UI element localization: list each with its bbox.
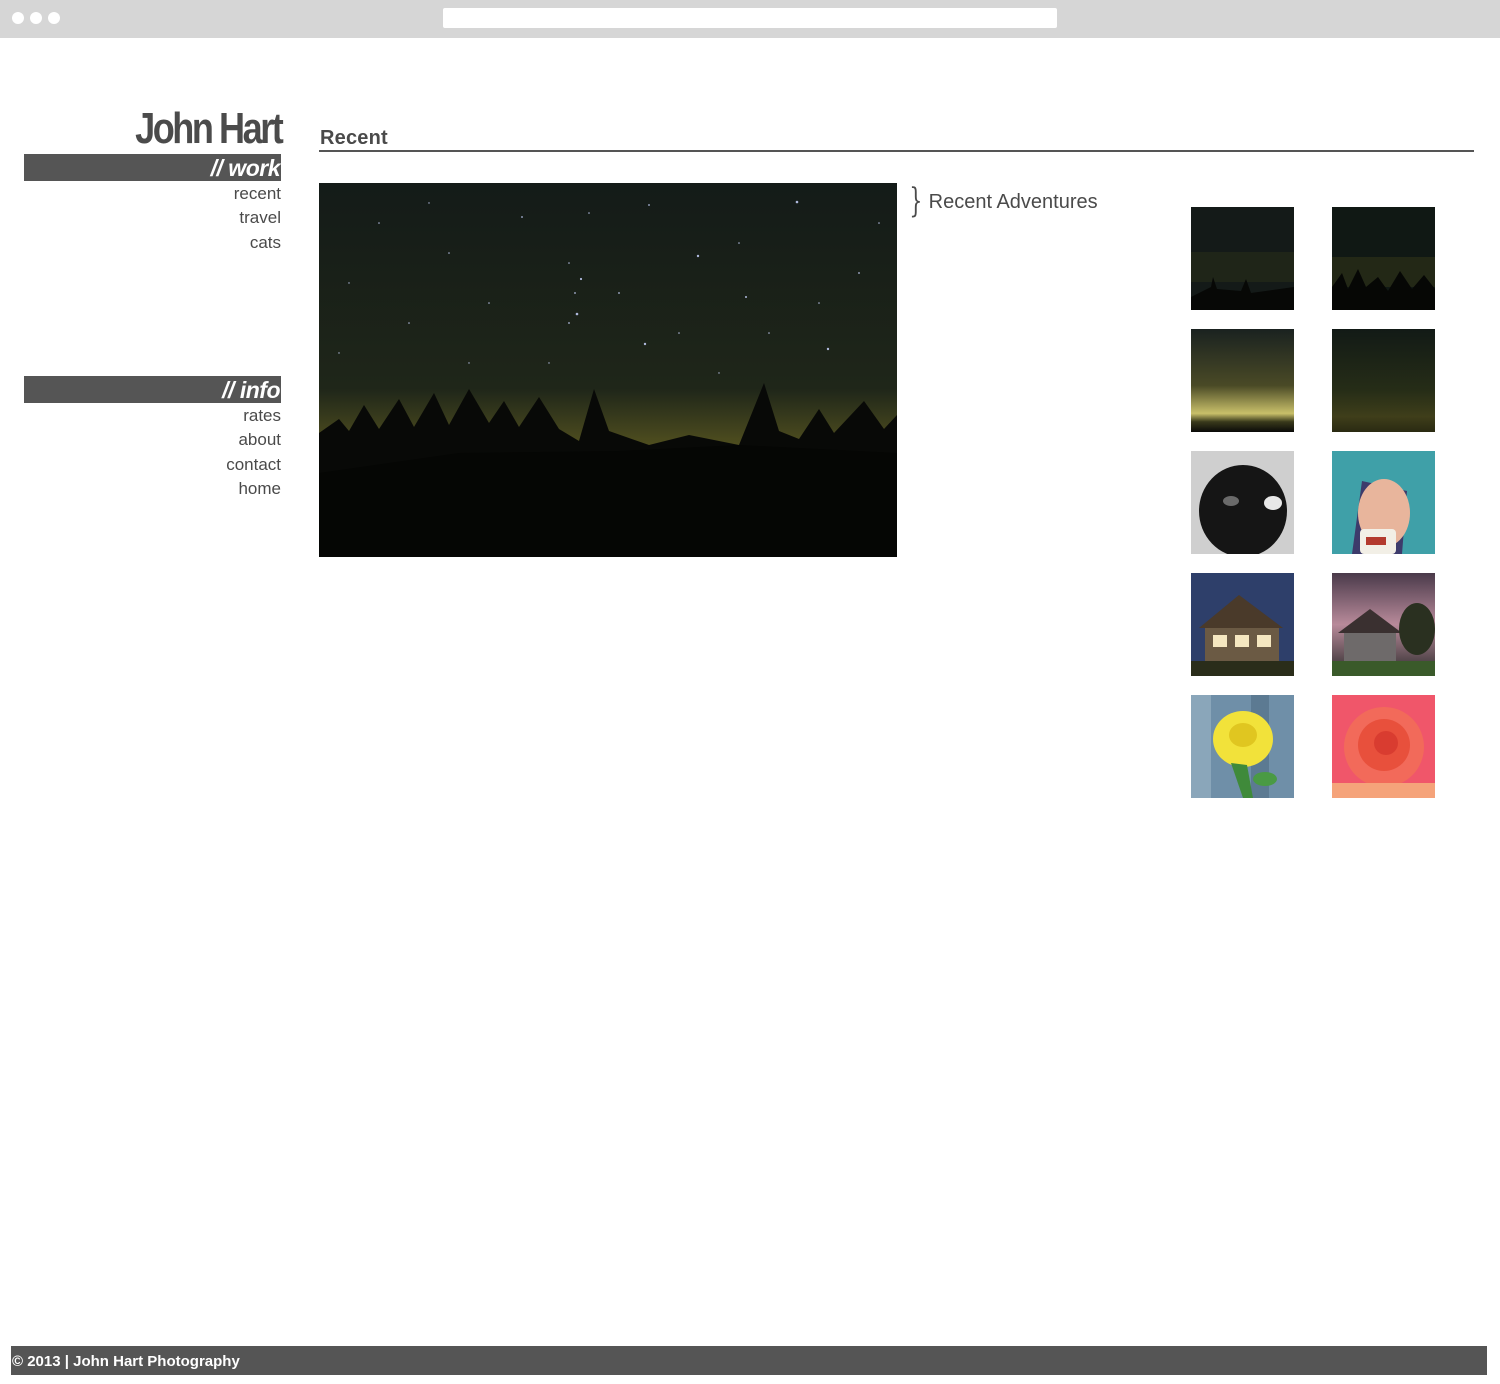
nav-link-travel[interactable]: travel: [24, 206, 281, 230]
thumbnail-4[interactable]: [1332, 329, 1435, 432]
nav-link-recent[interactable]: recent: [24, 182, 281, 206]
thumbnail-9[interactable]: [1191, 695, 1294, 798]
site-title[interactable]: John Hart: [135, 104, 284, 154]
thumbnail-5[interactable]: [1191, 451, 1294, 554]
nav-link-rates[interactable]: rates: [24, 404, 281, 428]
nav-link-cats[interactable]: cats: [24, 231, 281, 255]
brace-glyph: }: [909, 181, 923, 221]
thumbnail-1[interactable]: [1191, 207, 1294, 310]
footer-copyright: © 2013 | John Hart Photography: [12, 1353, 240, 1370]
window-close-dot[interactable]: [12, 12, 24, 24]
gallery-caption-text: Recent Adventures: [928, 191, 1098, 213]
thumbnail-2[interactable]: [1332, 207, 1435, 310]
nav-list-work: recent travel cats: [24, 182, 281, 255]
window-maximize-dot[interactable]: [48, 12, 60, 24]
section-divider: [319, 150, 1474, 152]
footer-bar: © 2013 | John Hart Photography: [11, 1346, 1487, 1375]
thumbnail-10[interactable]: [1332, 695, 1435, 798]
thumbnail-8[interactable]: [1332, 573, 1435, 676]
nav-link-contact[interactable]: contact: [24, 453, 281, 477]
section-title: Recent: [320, 127, 388, 149]
gallery-caption: } Recent Adventures: [905, 181, 1098, 221]
browser-chrome: [0, 0, 1500, 38]
thumbnail-7[interactable]: [1191, 573, 1294, 676]
nav-list-info: rates about contact home: [24, 404, 281, 501]
thumbnail-6[interactable]: [1332, 451, 1435, 554]
nav-heading-info: // info: [24, 376, 281, 403]
address-bar[interactable]: [443, 8, 1057, 28]
nav-link-home[interactable]: home: [24, 477, 281, 501]
nav-link-about[interactable]: about: [24, 428, 281, 452]
window-minimize-dot[interactable]: [30, 12, 42, 24]
nav-heading-work: // work: [24, 154, 281, 181]
thumbnail-3[interactable]: [1191, 329, 1294, 432]
featured-photo[interactable]: [319, 183, 897, 557]
